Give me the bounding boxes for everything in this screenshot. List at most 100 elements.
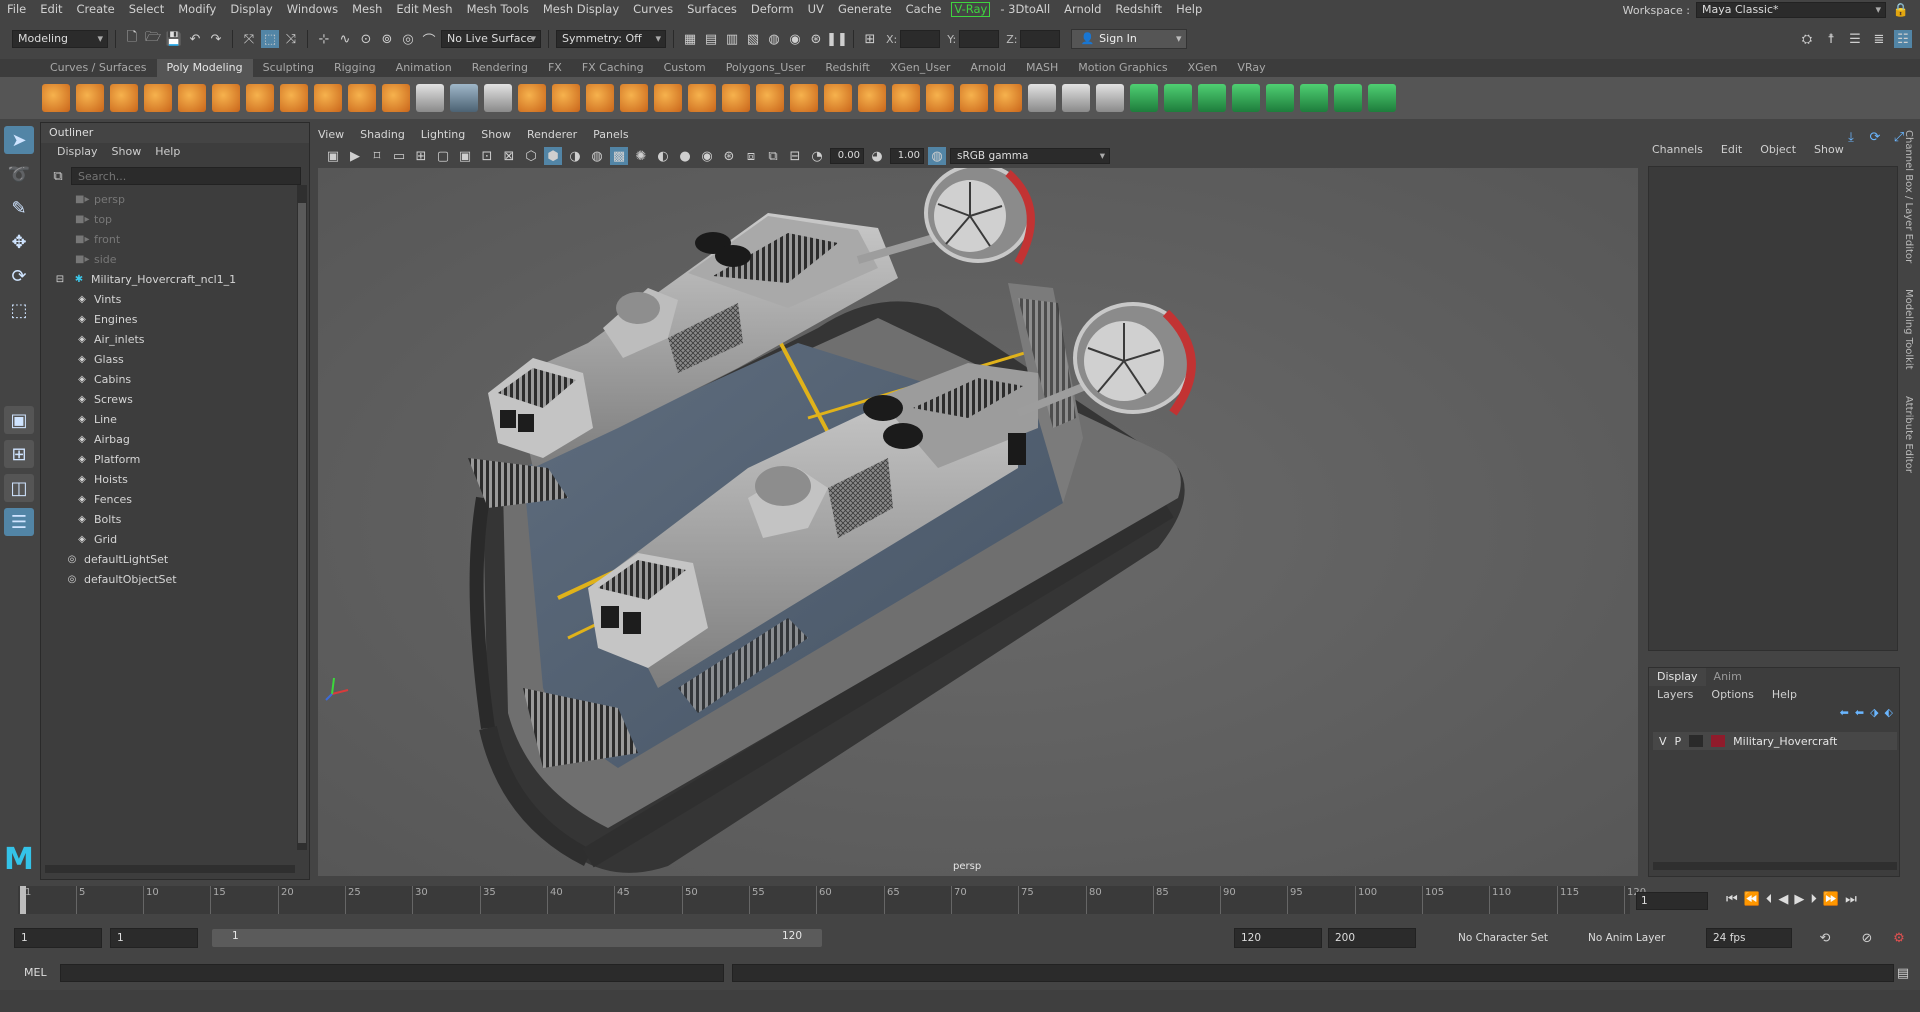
make-live-icon[interactable]: ⌒ — [420, 30, 438, 49]
step-back-key-icon[interactable]: ⏪ — [1744, 892, 1760, 907]
sign-in-button[interactable]: 👤 Sign In — [1071, 29, 1188, 49]
outliner-item-persp[interactable]: ■▸ persp — [75, 189, 309, 209]
outliner-item-set[interactable]: ◎ defaultLightSet — [65, 549, 309, 569]
shelf-tab-xgen[interactable]: XGen — [1178, 59, 1228, 77]
render-settings-icon[interactable]: ▧ — [744, 30, 762, 48]
outliner-item-child[interactable]: ◈ Screws — [75, 389, 309, 409]
outliner-menu-help[interactable]: Help — [155, 143, 180, 161]
poly-plane-icon[interactable] — [212, 84, 240, 112]
character-set-dropdown[interactable]: No Character Set — [1458, 932, 1548, 944]
anim-layer-dropdown[interactable]: No Anim Layer — [1588, 932, 1665, 944]
render-frame-icon[interactable]: ▤ — [702, 30, 720, 48]
select-object-icon[interactable]: ⬚ — [261, 30, 279, 48]
menu-set-dropdown[interactable]: Modeling — [12, 30, 108, 48]
outliner-hscrollbar[interactable] — [45, 865, 295, 873]
menu-surfaces[interactable]: Surfaces — [680, 2, 744, 16]
view-transform-dropdown[interactable]: sRGB gamma — [950, 148, 1110, 164]
ambient-occlusion-icon[interactable]: ● — [676, 147, 694, 165]
viewport-menu-lighting[interactable]: Lighting — [421, 128, 465, 146]
merge-icon[interactable] — [790, 84, 818, 112]
channel-box-menu-show[interactable]: Show — [1814, 140, 1844, 160]
bookmark-icon[interactable]: ⌑ — [368, 147, 386, 165]
offset-loop-icon[interactable] — [1096, 84, 1124, 112]
menu-redshift[interactable]: Redshift — [1108, 2, 1169, 16]
shelf-tab-fx-caching[interactable]: FX Caching — [572, 59, 654, 77]
new-scene-icon[interactable]: 🗋 — [123, 30, 141, 48]
shelf-tab-redshift[interactable]: Redshift — [815, 59, 880, 77]
grid-icon[interactable]: ⊞ — [412, 147, 430, 165]
ipr-render-icon[interactable]: ▥ — [723, 30, 741, 48]
menu-arnold[interactable]: Arnold — [1057, 2, 1108, 16]
select-tool-icon[interactable]: ➤ — [4, 126, 34, 154]
select-camera-icon[interactable]: ▣ — [324, 147, 342, 165]
snap-point-icon[interactable]: ⊙ — [357, 30, 375, 48]
new-layer-selected-icon[interactable]: ⬖ — [1885, 706, 1893, 719]
outliner-item-child[interactable]: ◈ Hoists — [75, 469, 309, 489]
step-back-icon[interactable]: ⏴ — [1766, 892, 1773, 907]
transform-input-icon[interactable]: ⊞ — [861, 30, 879, 48]
uv-icon[interactable] — [484, 84, 512, 112]
lock-icon[interactable]: 🔒 — [1892, 1, 1910, 19]
menu-vray[interactable]: V-Ray — [951, 1, 991, 17]
rotate-icon[interactable]: ⟳ — [4, 262, 34, 290]
channel-box-body[interactable] — [1648, 166, 1898, 651]
move-icon[interactable]: ✥ — [4, 228, 34, 256]
gamma-icon[interactable]: ◕ — [868, 147, 886, 165]
scrollbar-thumb[interactable] — [298, 203, 306, 843]
menu-edit-mesh[interactable]: Edit Mesh — [389, 2, 459, 16]
shelf-tab-arnold[interactable]: Arnold — [960, 59, 1016, 77]
channel-box-menu-object[interactable]: Object — [1760, 140, 1796, 160]
motion-blur-icon[interactable]: ◉ — [698, 147, 716, 165]
viewport-menu-renderer[interactable]: Renderer — [527, 128, 577, 146]
outliner-item-child[interactable]: ◈ Vints — [75, 289, 309, 309]
uv-cylindrical-icon[interactable] — [1164, 84, 1192, 112]
default-material-icon[interactable]: ◑ — [566, 147, 584, 165]
side-tab-attribute-editor[interactable]: Attribute Editor — [1903, 396, 1914, 473]
new-layer-icon[interactable]: ⬗ — [1870, 706, 1878, 719]
menu-help[interactable]: Help — [1169, 2, 1209, 16]
circularize-icon[interactable] — [994, 84, 1022, 112]
outliner-menu-display[interactable]: Display — [57, 143, 98, 161]
menu-create[interactable]: Create — [70, 2, 122, 16]
anim-start-field[interactable]: 1 — [110, 928, 198, 948]
poly-cone-icon[interactable] — [144, 84, 172, 112]
poke-icon[interactable] — [926, 84, 954, 112]
film-gate-icon[interactable]: ▢ — [434, 147, 452, 165]
go-to-start-icon[interactable]: ⏮ — [1726, 892, 1738, 907]
human-ik-icon[interactable]: ☨ — [1822, 30, 1840, 48]
pin-icon[interactable]: ⤓ — [1842, 128, 1860, 146]
menu-generate[interactable]: Generate — [831, 2, 899, 16]
shelf-tab-rigging[interactable]: Rigging — [324, 59, 386, 77]
outliner-item-child[interactable]: ◈ Airbag — [75, 429, 309, 449]
edge-loop-icon[interactable] — [1062, 84, 1090, 112]
single-view-icon[interactable]: ▣ — [4, 406, 34, 434]
uv-sew-icon[interactable] — [1368, 84, 1396, 112]
shelf-tab-vray[interactable]: VRay — [1227, 59, 1275, 77]
uv-automatic-icon[interactable] — [1232, 84, 1260, 112]
render-view-icon[interactable]: ▦ — [681, 30, 699, 48]
uv-spherical-icon[interactable] — [1198, 84, 1226, 112]
vray-ipr-icon[interactable]: ⊛ — [807, 30, 825, 48]
shelf-tab-animation[interactable]: Animation — [386, 59, 462, 77]
poly-torus-icon[interactable] — [178, 84, 206, 112]
poly-text-icon[interactable] — [348, 84, 376, 112]
wireframe-on-shaded-icon[interactable]: ◍ — [588, 147, 606, 165]
two-view-icon[interactable]: ◫ — [4, 474, 34, 502]
viewport-menu-panels[interactable]: Panels — [593, 128, 628, 146]
anim-end-field[interactable]: 200 — [1328, 928, 1416, 948]
undo-icon[interactable]: ↶ — [186, 30, 204, 48]
layer-color-swatch[interactable] — [1711, 735, 1726, 747]
shadows-icon[interactable]: ◐ — [654, 147, 672, 165]
slide-edge-icon[interactable] — [1028, 84, 1056, 112]
platonic-solid-icon[interactable] — [280, 84, 308, 112]
filter-icon[interactable]: ⧉ — [49, 167, 67, 185]
layer-hscrollbar[interactable] — [1653, 862, 1897, 870]
paint-select-icon[interactable]: ✎ — [4, 194, 34, 222]
uv-unfold-icon[interactable] — [1334, 84, 1362, 112]
outliner-item-child[interactable]: ◈ Line — [75, 409, 309, 429]
smooth-icon[interactable] — [450, 84, 478, 112]
redo-icon[interactable]: ↷ — [207, 30, 225, 48]
move-layer-up-icon[interactable]: ⬅ — [1840, 706, 1849, 719]
outliner-item-child[interactable]: ◈ Glass — [75, 349, 309, 369]
outliner-item-child[interactable]: ◈ Engines — [75, 309, 309, 329]
